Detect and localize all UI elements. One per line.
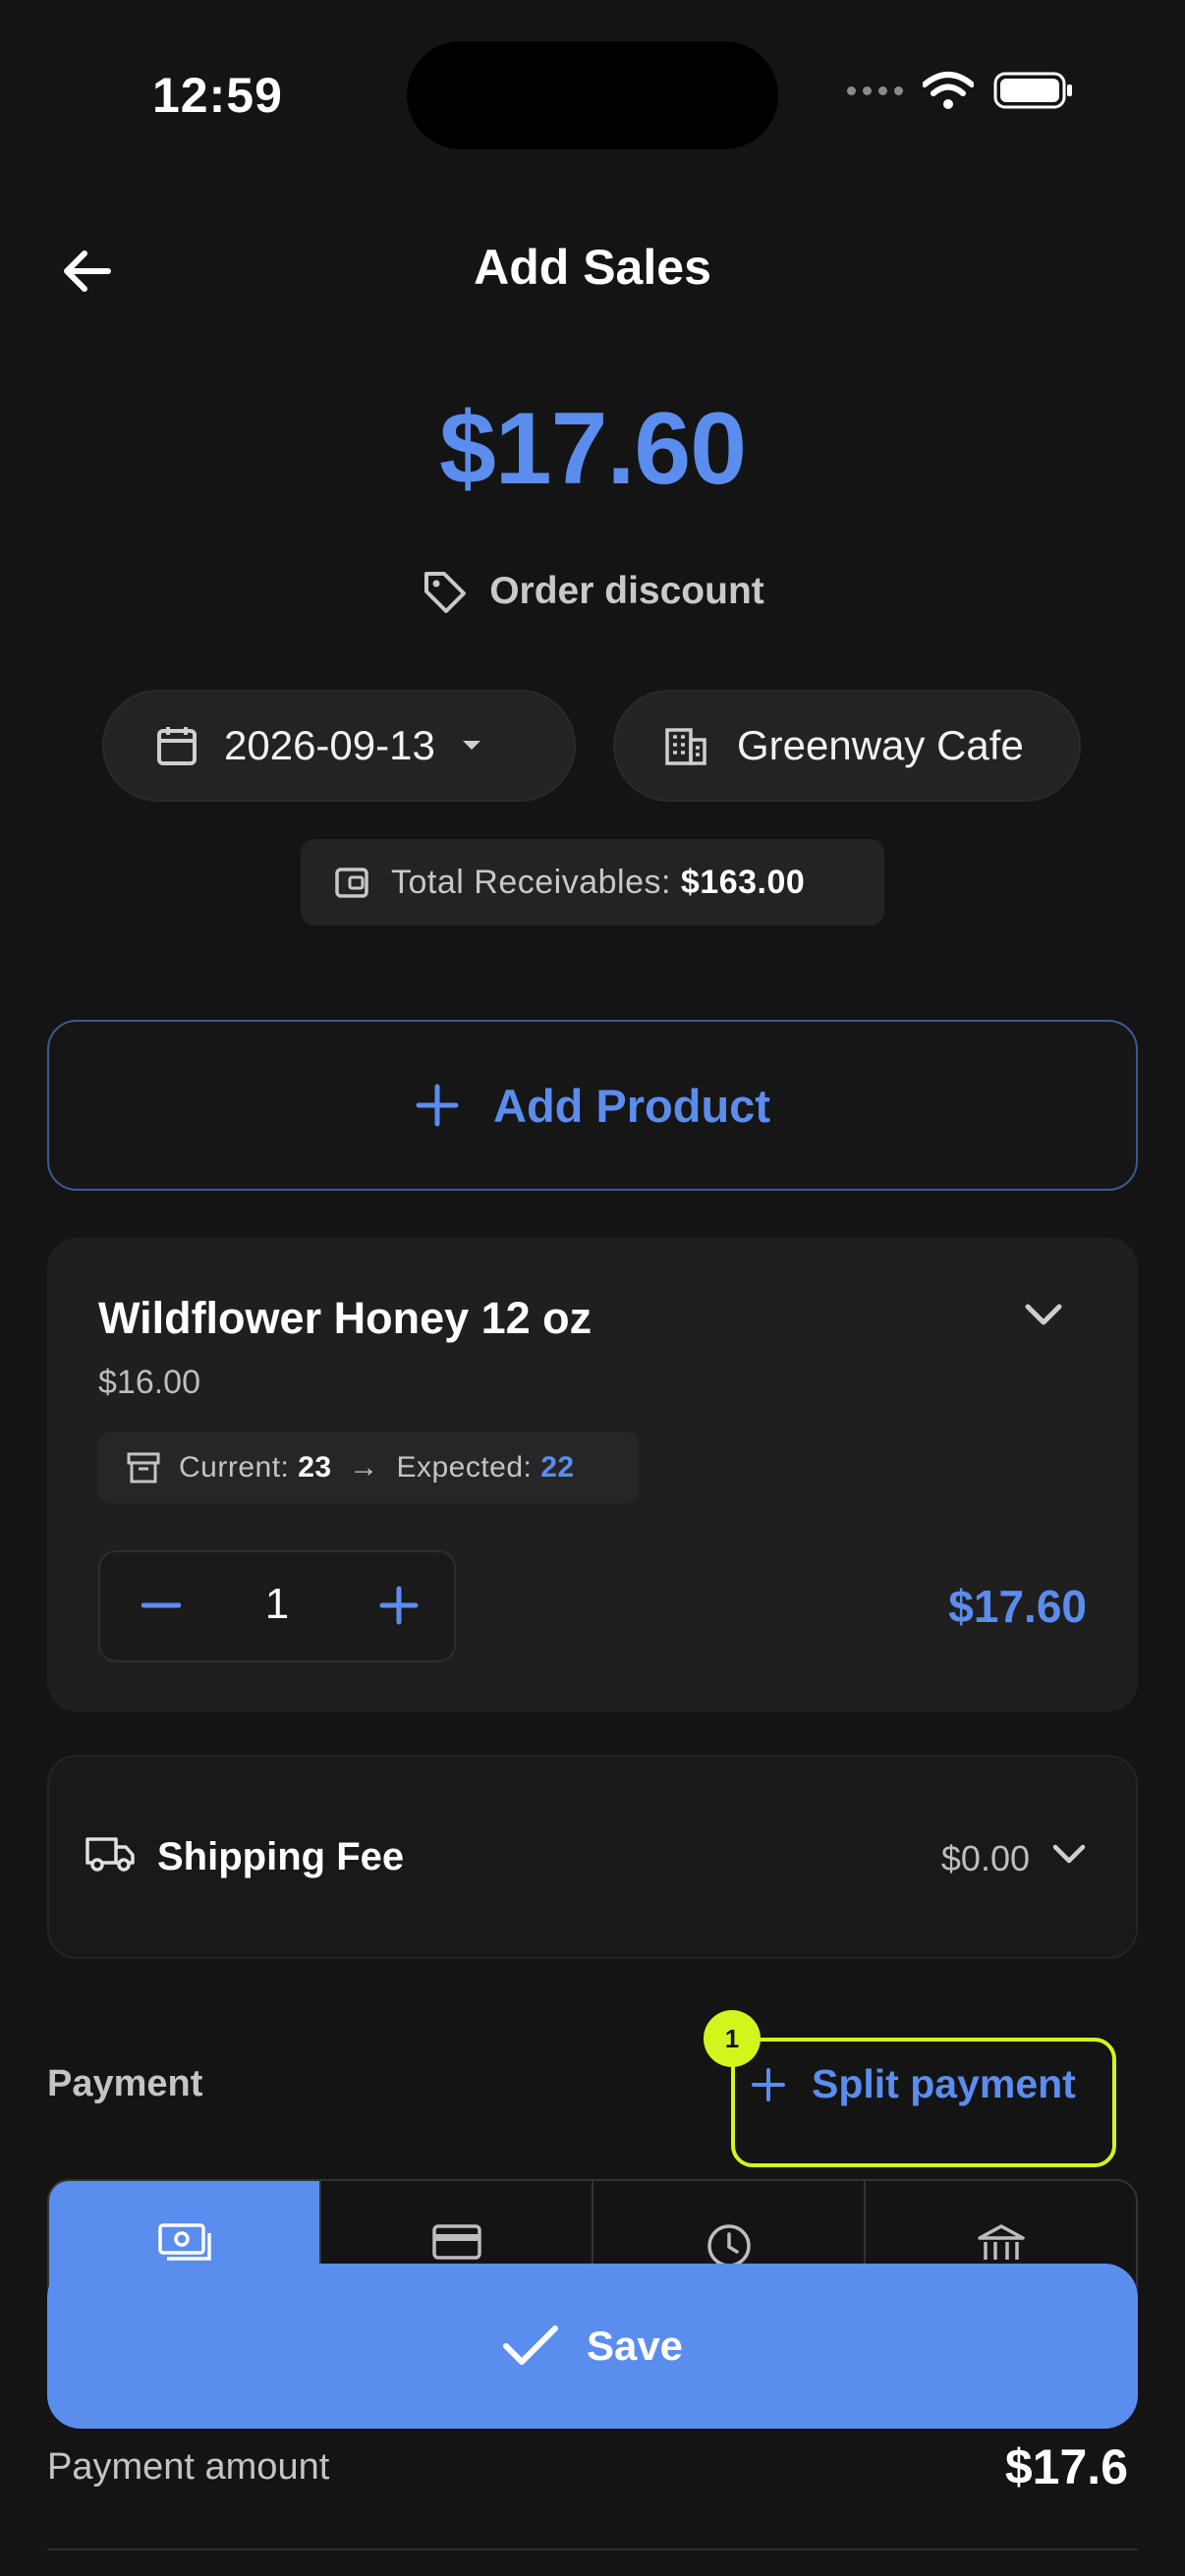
payment-amount-label: Payment amount — [47, 2446, 330, 2488]
line-total: $17.60 — [948, 1581, 1087, 1632]
stock-info: Current: 23 → Expected: 22 — [98, 1432, 639, 1503]
archive-box-icon — [127, 1452, 160, 1484]
battery-icon — [993, 72, 1072, 109]
plus-icon — [752, 2067, 785, 2101]
clock-icon — [706, 2224, 751, 2268]
plus-icon — [379, 1586, 419, 1625]
chevron-down-icon — [1051, 1843, 1087, 1872]
shipping-fee-value: $0.00 — [940, 1838, 1030, 1878]
divider — [47, 2548, 1138, 2550]
store-selector[interactable]: Greenway Cafe — [613, 690, 1081, 802]
truck-icon — [85, 1833, 136, 1877]
order-discount-label: Order discount — [489, 570, 764, 612]
save-label: Save — [586, 2323, 684, 2369]
shipping-fee-label: Shipping Fee — [157, 1835, 405, 1878]
chevron-down-icon — [1025, 1304, 1062, 1325]
status-time: 12:59 — [152, 68, 283, 123]
product-expand-button[interactable] — [1024, 1303, 1063, 1333]
current-label: Current: — [179, 1451, 290, 1484]
increase-quantity-button[interactable] — [369, 1576, 428, 1635]
minus-icon — [141, 1602, 181, 1608]
payment-amount-value[interactable]: $17.6 — [845, 2438, 1128, 2495]
product-name: Wildflower Honey 12 oz — [98, 1293, 592, 1343]
checkmark-icon — [502, 2325, 558, 2365]
cash-icon — [157, 2223, 211, 2261]
stock-arrow: → — [349, 1451, 379, 1484]
expected-value: 22 — [540, 1451, 575, 1484]
product-price: $16.00 — [98, 1364, 200, 1401]
status-icons — [847, 71, 1074, 110]
split-payment-button[interactable]: Split payment — [751, 2061, 1076, 2107]
save-button[interactable]: Save — [47, 2264, 1138, 2429]
bank-icon — [977, 2224, 1025, 2268]
page-title: Add Sales — [474, 240, 711, 295]
payment-section-label: Payment — [47, 2063, 203, 2104]
quantity-value[interactable]: 1 — [246, 1580, 309, 1629]
caret-down-icon — [462, 741, 480, 750]
annotation-badge: 1 — [704, 2010, 761, 2067]
decrease-quantity-button[interactable] — [132, 1576, 191, 1635]
wallet-icon — [335, 868, 368, 898]
current-value: 23 — [298, 1451, 332, 1484]
store-name: Greenway Cafe — [737, 722, 1024, 768]
expected-label: Expected: — [396, 1451, 533, 1484]
add-product-label: Add Product — [493, 1079, 770, 1132]
wifi-icon — [923, 72, 974, 109]
total-receivables: Total Receivables: $163.00 — [301, 839, 884, 925]
tag-icon — [424, 572, 467, 613]
add-product-button[interactable]: Add Product — [47, 1020, 1138, 1191]
receivables-label: Total Receivables: — [391, 863, 671, 901]
calendar-icon — [157, 727, 197, 765]
receivables-value: $163.00 — [680, 863, 806, 901]
dynamic-island — [407, 41, 778, 149]
credit-card-icon — [431, 2224, 481, 2260]
building-icon — [665, 728, 706, 765]
order-total: $17.60 — [438, 392, 747, 506]
split-payment-label: Split payment — [812, 2061, 1076, 2106]
signal-dots-icon — [847, 85, 903, 95]
order-discount-button[interactable]: Order discount — [0, 568, 1185, 615]
plus-icon — [416, 1084, 459, 1127]
date-value: 2026-09-13 — [224, 722, 435, 768]
date-selector[interactable]: 2026-09-13 — [102, 690, 576, 802]
